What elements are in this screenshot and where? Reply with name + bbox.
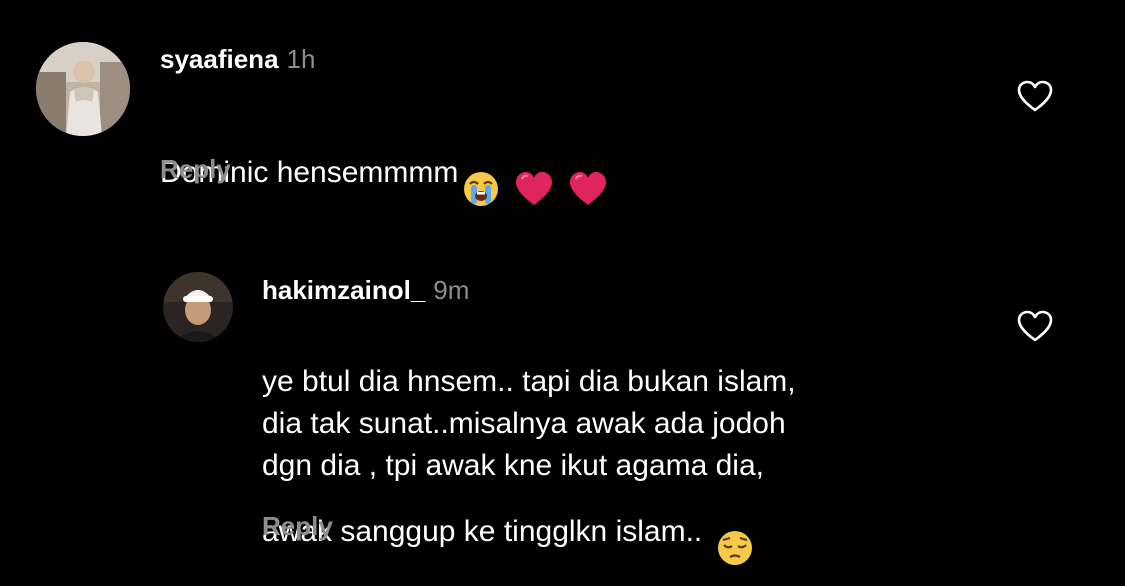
- comment-header: hakimzainol_ 9m: [262, 277, 469, 303]
- heart-outline-icon: [1015, 310, 1055, 348]
- comment-text-container: ye btul dia hnsem.. tapi dia bukan islam…: [262, 319, 1002, 579]
- reply-button[interactable]: Reply: [262, 513, 333, 539]
- timestamp: 1h: [286, 44, 316, 74]
- avatar[interactable]: [36, 42, 130, 136]
- pensive-face-icon: [716, 487, 754, 579]
- like-button[interactable]: [1015, 308, 1055, 344]
- avatar[interactable]: [163, 272, 233, 342]
- username[interactable]: hakimzainol_: [262, 275, 425, 305]
- loudly-crying-face-icon: [462, 128, 500, 220]
- comment-syaafiena: syaafiena 1h Dominic hensemmmm Reply: [0, 0, 1125, 206]
- timestamp: 9m: [433, 275, 470, 305]
- red-heart-icon: [568, 129, 608, 219]
- like-button[interactable]: [1015, 78, 1055, 114]
- username[interactable]: syaafiena: [160, 44, 279, 74]
- red-heart-icon: [514, 129, 554, 219]
- comment-header: syaafiena 1h: [160, 46, 315, 72]
- heart-outline-icon: [1015, 80, 1055, 118]
- comment-hakimzainol: hakimzainol_ 9m ye btul dia hnsem.. tapi …: [0, 250, 1125, 586]
- comment-text-container: Dominic hensemmmm: [160, 86, 1000, 220]
- reply-button[interactable]: Reply: [160, 156, 231, 182]
